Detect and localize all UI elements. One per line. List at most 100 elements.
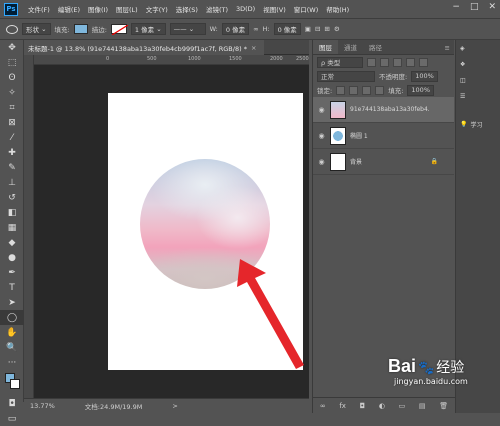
stroke-width-field[interactable]: 1 像素 ⌄ <box>130 23 166 35</box>
crop-tool-icon[interactable]: ⌗ <box>0 100 24 115</box>
layer-row[interactable]: ◉ 背景 🔒 <box>313 149 454 175</box>
filter-smart-icon[interactable] <box>419 57 428 67</box>
visibility-eye-icon[interactable]: ◉ <box>317 106 326 114</box>
menu-edit[interactable]: 编辑(E) <box>54 4 84 14</box>
lasso-tool-icon[interactable]: ʘ <box>0 70 24 85</box>
more-tools-icon[interactable]: ··· <box>0 355 24 370</box>
menu-type[interactable]: 文字(Y) <box>142 4 172 14</box>
status-menu-arrow[interactable]: > <box>172 402 177 410</box>
link-icon[interactable]: ∞ <box>253 25 258 33</box>
dock-layers-button[interactable]: ◈ <box>456 40 500 56</box>
panel-menu-icon[interactable]: ≡ <box>441 42 454 54</box>
maximize-button[interactable]: □ <box>470 2 479 12</box>
menu-window[interactable]: 窗口(W) <box>290 4 323 14</box>
layer-row[interactable]: ◉ 椭圆 1 <box>313 123 454 149</box>
menu-filter[interactable]: 滤镜(T) <box>202 4 232 14</box>
tab-channels[interactable]: 通道 <box>338 40 363 54</box>
move-tool-icon[interactable]: ✥ <box>0 40 24 55</box>
lock-all-icon[interactable] <box>375 85 385 95</box>
magic-wand-icon[interactable]: ✧ <box>0 85 24 100</box>
blend-mode-select[interactable]: 正常 <box>317 70 375 82</box>
stroke-color-swatch[interactable] <box>110 24 128 35</box>
dodge-tool-icon[interactable]: ● <box>0 250 24 265</box>
close-button[interactable]: ✕ <box>488 2 496 12</box>
eyedropper-icon[interactable]: ⁄ <box>0 130 24 145</box>
filter-pixel-icon[interactable] <box>367 57 376 67</box>
fill-color-swatch[interactable] <box>73 24 88 34</box>
width-field[interactable]: 0 像素 <box>221 23 250 35</box>
menu-select[interactable]: 选择(S) <box>172 4 202 14</box>
vertical-ruler[interactable] <box>24 55 34 398</box>
zoom-tool-icon[interactable]: 🔍 <box>0 340 24 355</box>
learn-label: 学习 <box>470 121 483 129</box>
kind-filter-select[interactable]: ρ 类型 <box>317 56 363 68</box>
zoom-level[interactable]: 13.77% <box>30 402 55 410</box>
document-tab-title: 未标题-1 @ 13.8% (91e744138aba13a30feb4cb99… <box>28 44 247 53</box>
menu-3d[interactable]: 3D(D) <box>232 5 259 13</box>
screen-mode-icon[interactable]: ▭ <box>0 411 24 426</box>
filter-shape-icon[interactable] <box>406 57 415 67</box>
dock-properties-button[interactable]: ☰ <box>456 88 500 104</box>
menu-image[interactable]: 图像(I) <box>84 4 112 14</box>
path-align-icon[interactable]: ⊟ <box>315 25 320 33</box>
stroke-type-select[interactable]: —— ⌄ <box>169 23 206 35</box>
minimize-button[interactable]: − <box>452 2 460 12</box>
ellipse-tool-icon[interactable] <box>6 24 18 34</box>
menu-view[interactable]: 视图(V) <box>259 4 290 14</box>
layer-thumbnail <box>330 126 346 145</box>
path-arrange-icon[interactable]: ⊞ <box>324 25 329 33</box>
lock-position-icon[interactable] <box>362 85 372 95</box>
menu-file[interactable]: 文件(F) <box>24 4 54 14</box>
tab-paths[interactable]: 路径 <box>363 40 388 54</box>
type-tool-icon[interactable]: T <box>0 280 24 295</box>
lock-image-icon[interactable] <box>349 85 359 95</box>
gradient-tool-icon[interactable]: ▦ <box>0 220 24 235</box>
pen-tool-icon[interactable]: ✒ <box>0 265 24 280</box>
add-mask-icon[interactable]: ◘ <box>360 402 366 410</box>
color-swatches-icon[interactable] <box>0 370 24 396</box>
menu-layer[interactable]: 图层(L) <box>112 4 142 14</box>
eraser-tool-icon[interactable]: ◧ <box>0 205 24 220</box>
visibility-eye-icon[interactable]: ◉ <box>317 158 326 166</box>
menu-help[interactable]: 帮助(H) <box>322 4 353 14</box>
horizontal-ruler[interactable]: 0 500 1000 1500 2000 2500 <box>34 55 309 65</box>
menu-bar: Ps 文件(F) 编辑(E) 图像(I) 图层(L) 文字(Y) 选择(S) 滤… <box>0 0 500 18</box>
watermark-url: jingyan.baidu.com <box>394 377 468 386</box>
brush-tool-icon[interactable]: ✎ <box>0 160 24 175</box>
marquee-tool-icon[interactable]: ⬚ <box>0 55 24 70</box>
frame-tool-icon[interactable]: ⊠ <box>0 115 24 130</box>
shape-mode-select[interactable]: 形状 ⌄ <box>22 23 51 35</box>
layer-name: 背景 <box>350 159 363 166</box>
filter-type-icon[interactable] <box>393 57 402 67</box>
lock-transparent-icon[interactable] <box>336 85 346 95</box>
path-ops-icon[interactable]: ▣ <box>305 25 311 33</box>
dock-paths-button[interactable]: ◫ <box>456 72 500 88</box>
quick-mask-icon[interactable]: ◘ <box>0 396 24 411</box>
layer-style-icon[interactable]: fx <box>339 402 346 410</box>
options-bar: 形状 ⌄ 填充: 描边: 1 像素 ⌄ —— ⌄ W: 0 像素 ∞ H: 0 … <box>0 18 500 40</box>
gear-icon[interactable]: ⚙ <box>334 25 340 33</box>
tab-layers[interactable]: 图层 <box>313 40 338 54</box>
dock-learn-button[interactable]: 💡 学习 <box>456 116 500 132</box>
link-layers-icon[interactable]: ∞ <box>320 402 326 410</box>
stamp-tool-icon[interactable]: ⊥ <box>0 175 24 190</box>
paths-icon: ◫ <box>460 76 466 84</box>
dock-channels-button[interactable]: ❖ <box>456 56 500 72</box>
visibility-eye-icon[interactable]: ◉ <box>317 132 326 140</box>
history-brush-icon[interactable]: ↺ <box>0 190 24 205</box>
height-field[interactable]: 0 像素 <box>273 23 301 35</box>
hand-tool-icon[interactable]: ✋ <box>0 325 24 340</box>
canvas-area[interactable] <box>34 65 309 398</box>
blur-tool-icon[interactable]: ◆ <box>0 235 24 250</box>
path-select-icon[interactable]: ➤ <box>0 295 24 310</box>
ellipse-shape-icon[interactable]: ◯ <box>0 310 24 325</box>
document-tab[interactable]: 未标题-1 @ 13.8% (91e744138aba13a30feb4cb99… <box>24 40 264 55</box>
healing-brush-icon[interactable]: ✚ <box>0 145 24 160</box>
fill-field[interactable]: 100% <box>407 84 434 96</box>
opacity-field[interactable]: 100% <box>411 70 438 82</box>
filter-adjust-icon[interactable] <box>380 57 389 67</box>
status-bar: 13.77% 文档:24.9M/19.9M > <box>24 398 309 413</box>
layer-row[interactable]: ◉ 91e744138aba13a30feb4... <box>313 97 454 123</box>
close-tab-icon[interactable]: × <box>251 44 256 52</box>
layers-icon: ◈ <box>460 44 465 52</box>
